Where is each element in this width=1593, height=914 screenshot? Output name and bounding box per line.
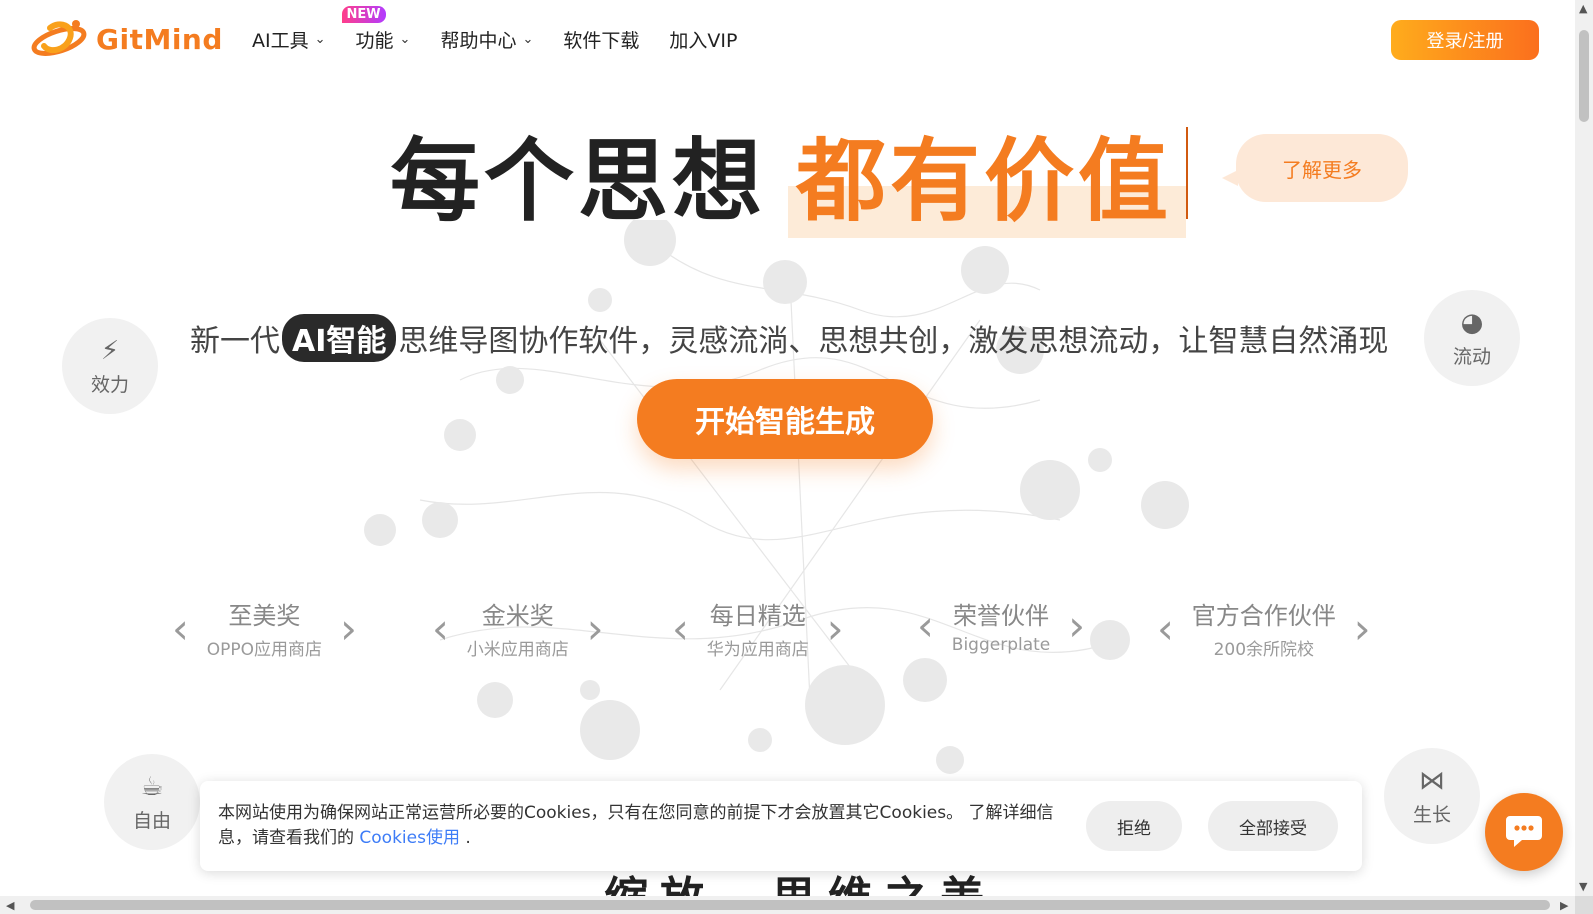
award-title: 至美奖: [228, 602, 301, 630]
award-sub: 小米应用商店: [466, 640, 569, 660]
bubble-growth: ⋈ 生长: [1384, 748, 1480, 844]
nav-item-vip[interactable]: 加入VIP: [669, 26, 737, 53]
nav-item-download[interactable]: 软件下载: [563, 26, 639, 53]
nav-label: 帮助中心: [440, 30, 517, 52]
scroll-up-arrow-icon[interactable]: ▲: [1579, 2, 1587, 15]
laurel-right-icon: ›: [1068, 601, 1086, 650]
award-title: 金米奖: [481, 602, 554, 630]
scroll-left-arrow-icon[interactable]: ◀: [6, 899, 14, 912]
gitmind-logo-icon: [31, 20, 87, 56]
new-badge: NEW: [341, 6, 386, 23]
laurel-right-icon: ›: [586, 603, 604, 653]
laurel-right-icon: ›: [340, 603, 357, 653]
scrollbar-corner: [1575, 896, 1593, 914]
start-generate-button[interactable]: 开始智能生成: [637, 379, 933, 459]
award-item: ‹ 每日精选 华为应用商店 ›: [672, 596, 844, 660]
bubble-label: 流动: [1452, 345, 1491, 368]
chevron-down-icon: ⌄: [314, 32, 326, 47]
nav-item-help-center[interactable]: 帮助中心 ⌄: [440, 26, 533, 53]
award-item: ‹ 至美奖 OPPO应用商店 ›: [172, 596, 357, 660]
ai-pill: AI智能: [282, 314, 397, 362]
cookie-text-line1: 本网站使用为确保网站正常运营所必要的Cookies，只有在您同意的前提下才会放置…: [218, 803, 1054, 823]
subtitle-suffix: 思维导图协作软件，灵感流淌、思想共创，激发思想流动，让智慧自然涌现: [398, 324, 1389, 359]
lightning-icon: ⚡︎: [100, 335, 120, 366]
hero-title-dark: 每个思想: [390, 129, 766, 234]
bubble-label: 效力: [90, 373, 129, 396]
nav-label: 功能: [355, 30, 394, 52]
award-title: 官方合作伙伴: [1191, 602, 1336, 630]
scroll-down-arrow-icon[interactable]: ▼: [1579, 880, 1587, 893]
nav-label: 软件下载: [563, 30, 640, 52]
bubble-freedom: ☕︎ 自由: [104, 754, 200, 850]
cookie-period: .: [465, 828, 471, 848]
logo-text: GitMind: [96, 22, 223, 56]
award-item: ‹ 荣誉伙伴 Biggerplate ›: [917, 596, 1085, 655]
vertical-scroll-thumb[interactable]: [1579, 30, 1589, 122]
nav-label: AI工具: [252, 30, 309, 52]
horizontal-scroll-thumb[interactable]: [30, 900, 1550, 910]
award-title: 荣誉伙伴: [953, 602, 1050, 630]
laurel-left-icon: ‹: [672, 603, 689, 653]
award-item: ‹ 金米奖 小米应用商店 ›: [432, 596, 604, 660]
accept-all-cookies-button[interactable]: 全部接受: [1208, 801, 1338, 851]
nav-item-ai-tools[interactable]: AI工具 ⌄: [252, 26, 326, 53]
bubble-efficiency: ⚡︎ 效力: [62, 318, 158, 414]
nav-item-features[interactable]: NEW 功能 ⌄: [341, 6, 411, 53]
network-background-decoration: [364, 220, 1189, 774]
vertical-scrollbar[interactable]: ▲ ▼: [1575, 0, 1593, 896]
bubble-label: 生长: [1412, 803, 1451, 826]
laurel-left-icon: ‹: [1157, 603, 1174, 653]
award-sub: Biggerplate: [951, 635, 1051, 655]
bubble-label: 自由: [132, 809, 171, 832]
horizontal-scrollbar[interactable]: ◀ ▶: [0, 896, 1575, 914]
award-sub: 华为应用商店: [706, 640, 809, 660]
chat-bubble-icon: [1506, 816, 1542, 847]
nav-label: 加入VIP: [669, 30, 738, 52]
hero-title-orange: 都有价值: [788, 108, 1186, 238]
subtitle-prefix: 新一代: [190, 324, 280, 359]
cookie-text-line2: 息，请查看我们的: [218, 828, 354, 848]
bubble-flow: ◕ 流动: [1424, 290, 1520, 386]
award-title: 每日精选: [709, 602, 806, 630]
login-register-button[interactable]: 登录/注册: [1391, 20, 1539, 60]
laurel-right-icon: ›: [1353, 603, 1371, 653]
chevron-down-icon: ⌄: [399, 32, 411, 47]
logo[interactable]: GitMind: [30, 16, 223, 62]
laurel-left-icon: ‹: [432, 603, 449, 653]
globe-icon: ◕: [1460, 307, 1484, 338]
sprout-icon: ⋈: [1419, 765, 1445, 796]
chevron-down-icon: ⌄: [522, 32, 534, 47]
hero-title: 每个思想 都有价值: [390, 108, 1188, 238]
chat-button[interactable]: [1485, 793, 1563, 871]
award-sub: 200余所院校: [1213, 640, 1315, 660]
scroll-right-arrow-icon[interactable]: ▶: [1560, 899, 1568, 912]
reject-cookies-button[interactable]: 拒绝: [1086, 801, 1182, 851]
laurel-left-icon: ‹: [172, 603, 189, 653]
main-nav: AI工具 ⌄ NEW 功能 ⌄ 帮助中心 ⌄ 软件下载 加入VIP: [252, 6, 737, 53]
laurel-right-icon: ›: [826, 603, 844, 653]
award-item: ‹ 官方合作伙伴 200余所院校 ›: [1157, 596, 1371, 660]
awards-row: ‹ 至美奖 OPPO应用商店 › ‹ 金米奖 小米应用商店 › ‹ 每日精选 华…: [172, 596, 1412, 666]
typing-caret: [1186, 127, 1188, 219]
hero-subtitle: 新一代 AI智能 思维导图协作软件，灵感流淌、思想共创，激发思想流动，让智慧自然…: [190, 314, 1388, 362]
cookie-banner: 本网站使用为确保网站正常运营所必要的Cookies，只有在您同意的前提下才会放置…: [200, 781, 1362, 871]
learn-more-bubble[interactable]: 了解更多: [1222, 134, 1408, 202]
award-sub: OPPO应用商店: [206, 640, 323, 660]
page: GitMind AI工具 ⌄ NEW 功能 ⌄ 帮助中心 ⌄ 软件下载 加入VI…: [0, 0, 1575, 896]
cookies-policy-link[interactable]: Cookies使用: [359, 828, 460, 848]
coffee-icon: ☕︎: [140, 771, 164, 802]
laurel-left-icon: ‹: [917, 601, 934, 650]
cookie-text: 本网站使用为确保网站正常运营所必要的Cookies，只有在您同意的前提下才会放置…: [218, 801, 1078, 851]
